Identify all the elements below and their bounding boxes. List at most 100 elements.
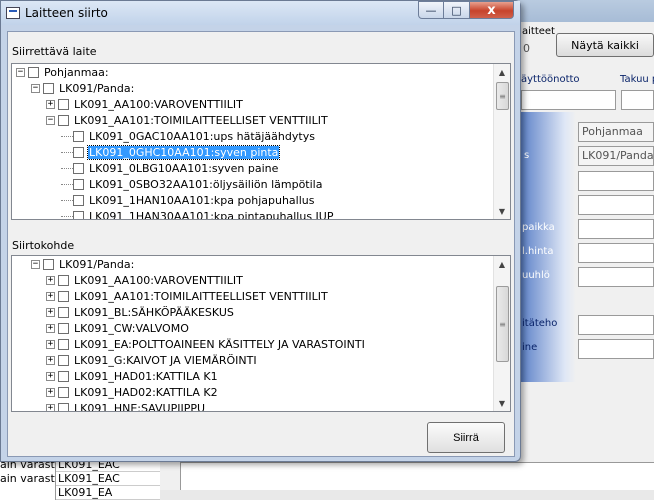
tree-node-checkbox[interactable] xyxy=(58,290,69,302)
tree-node-checkbox[interactable] xyxy=(58,274,69,286)
hinta-input[interactable] xyxy=(578,243,654,263)
tree-node[interactable]: − LK091_AA101:TOIMILAITTEELLISET VENTTIIL… xyxy=(12,112,493,128)
detail-input-1[interactable] xyxy=(578,171,654,191)
tree-node-checkbox[interactable] xyxy=(28,66,39,78)
scroll-thumb[interactable]: ≡ xyxy=(496,82,509,110)
expand-icon[interactable]: + xyxy=(46,371,55,381)
tree-node-label[interactable]: LK091_0GAC10AA101:ups hätäjäähdytys xyxy=(88,130,316,143)
expand-icon[interactable]: + xyxy=(46,355,55,365)
tree-node[interactable]: + LK091_AA100:VAROVENTTIILIT xyxy=(12,96,493,112)
scroll-down-arrow-icon[interactable]: ▼ xyxy=(494,395,510,411)
tree-node-checkbox[interactable] xyxy=(58,354,69,366)
collapse-icon[interactable]: − xyxy=(16,67,25,77)
tree-node-checkbox[interactable] xyxy=(58,98,69,110)
collapse-icon[interactable]: − xyxy=(46,115,55,125)
tree-node-checkbox[interactable] xyxy=(58,306,69,318)
tateho-input[interactable] xyxy=(578,315,654,335)
tree-node-label[interactable]: LK091_HNE:SAVUPIIPPU xyxy=(73,402,206,412)
tree-node[interactable]: + LK091_HAD02:KATTILA K2 xyxy=(12,384,493,400)
tree-node-checkbox[interactable] xyxy=(73,146,84,158)
tree-node-checkbox[interactable] xyxy=(73,130,84,142)
source-tree[interactable]: − Pohjanmaa: − LK091/Panda: + LK091_AA100:VAR… xyxy=(11,63,511,220)
scroll-up-arrow-icon[interactable]: ▲ xyxy=(494,64,510,80)
tree-node[interactable]: + LK091_HNE:SAVUPIIPPU xyxy=(12,400,493,412)
tree-node[interactable]: + LK091_BL:SÄHKÖPÄÄKESKUS xyxy=(12,304,493,320)
tree-node-label[interactable]: LK091_AA101:TOIMILAITTEELLISET VENTTIILI… xyxy=(73,290,329,303)
expand-icon[interactable]: + xyxy=(46,387,55,397)
tree-node[interactable]: − LK091/Panda: xyxy=(12,256,493,272)
tree-node-checkbox[interactable] xyxy=(73,178,84,190)
tree-node[interactable]: LK091_1HAN30AA101:kpa pintapuhallus JUP xyxy=(12,208,493,220)
target-tree[interactable]: − LK091/Panda: + LK091_AA100:VAROVENTTIILIT… xyxy=(11,255,511,412)
close-button[interactable]: x xyxy=(470,1,514,19)
minimize-button[interactable]: — xyxy=(418,1,444,19)
expand-icon[interactable]: + xyxy=(46,275,55,285)
table-row[interactable]: ain varasto LK091_EAC xyxy=(0,472,160,486)
tree-node-label[interactable]: LK091_HAD02:KATTILA K2 xyxy=(73,386,219,399)
detail-input-2[interactable] xyxy=(578,195,654,215)
tree-node-checkbox[interactable] xyxy=(43,258,54,270)
dialog-titlebar[interactable]: Laitteen siirto — □ x xyxy=(1,1,520,25)
tree-node[interactable]: + LK091_CW:VALVOMO xyxy=(12,320,493,336)
expand-icon[interactable]: + xyxy=(46,323,55,333)
tree-node-label[interactable]: LK091_0LBG10AA101:syven paine xyxy=(88,162,279,175)
table-row[interactable]: LK091_EA xyxy=(0,486,160,500)
scroll-down-arrow-icon[interactable]: ▼ xyxy=(494,203,510,219)
expand-icon[interactable]: + xyxy=(46,403,55,411)
tree-node-label[interactable]: LK091_AA101:TOIMILAITTEELLISET VENTTIILI… xyxy=(73,114,329,127)
source-tree-scrollbar[interactable]: ▲ ≡ ▼ xyxy=(493,64,510,219)
tree-node-checkbox[interactable] xyxy=(58,402,69,411)
tree-node[interactable]: + LK091_EA:POLTTOAINEEN KÄSITTELY JA VARA… xyxy=(12,336,493,352)
expand-icon[interactable]: + xyxy=(46,307,55,317)
tree-node-label[interactable]: LK091/Panda: xyxy=(58,258,135,271)
tree-node-label[interactable]: LK091_0GHC10AA101:syven pinta xyxy=(86,144,281,160)
tree-node-label[interactable]: LK091_G:KAIVOT JA VIEMÄRÖINTI xyxy=(73,354,258,367)
tree-node-label[interactable]: LK091_HAD01:KATTILA K1 xyxy=(73,370,219,383)
tree-node[interactable]: LK091_0GAC10AA101:ups hätäjäähdytys xyxy=(12,128,493,144)
expand-icon[interactable]: + xyxy=(46,339,55,349)
tree-node-checkbox[interactable] xyxy=(58,114,69,126)
tree-node[interactable]: + LK091_AA100:VAROVENTTIILIT xyxy=(12,272,493,288)
tree-node[interactable]: LK091_0LBG10AA101:syven paine xyxy=(12,160,493,176)
tree-node-checkbox[interactable] xyxy=(58,370,69,382)
tree-node[interactable]: LK091_1HAN10AA101:kpa pohjapuhallus xyxy=(12,192,493,208)
tree-node-checkbox[interactable] xyxy=(73,194,84,206)
expand-icon[interactable]: + xyxy=(46,99,55,109)
kayttoonotto-input[interactable] xyxy=(521,90,616,110)
tree-node[interactable]: LK091_0GHC10AA101:syven pinta xyxy=(12,144,493,160)
target-tree-scrollbar[interactable]: ▲ ≡ ▼ xyxy=(493,256,510,411)
show-all-button[interactable]: Näytä kaikki xyxy=(556,33,654,57)
tree-node-label[interactable]: LK091_AA100:VAROVENTTIILIT xyxy=(73,274,244,287)
tree-node[interactable]: − LK091/Panda: xyxy=(12,80,493,96)
tree-node[interactable]: − Pohjanmaa: xyxy=(12,64,493,80)
tree-node-label[interactable]: LK091_1HAN30AA101:kpa pintapuhallus JUP xyxy=(88,210,334,220)
maximize-button[interactable]: □ xyxy=(444,1,470,19)
tree-node[interactable]: + LK091_HAD01:KATTILA K1 xyxy=(12,368,493,384)
paikka-input[interactable] xyxy=(578,219,654,239)
tree-node-label[interactable]: LK091_CW:VALVOMO xyxy=(73,322,190,335)
takuu-input[interactable] xyxy=(621,90,654,110)
move-button[interactable]: Siirrä xyxy=(427,422,505,453)
tree-node-checkbox[interactable] xyxy=(43,82,54,94)
tree-node-checkbox[interactable] xyxy=(73,210,84,219)
tree-node[interactable]: + LK091_AA101:TOIMILAITTEELLISET VENTTIIL… xyxy=(12,288,493,304)
tree-node-checkbox[interactable] xyxy=(73,162,84,174)
tree-node-label[interactable]: Pohjanmaa: xyxy=(43,66,110,79)
expand-icon[interactable]: + xyxy=(46,291,55,301)
tree-node-checkbox[interactable] xyxy=(58,322,69,334)
tree-node-label[interactable]: LK091_AA100:VAROVENTTIILIT xyxy=(73,98,244,111)
tree-node-label[interactable]: LK091_EA:POLTTOAINEEN KÄSITTELY JA VARAS… xyxy=(73,338,366,351)
collapse-icon[interactable]: − xyxy=(31,83,40,93)
tree-node-checkbox[interactable] xyxy=(58,386,69,398)
tree-node[interactable]: LK091_0SBO32AA101:öljysäiliön lämpötila xyxy=(12,176,493,192)
collapse-icon[interactable]: − xyxy=(31,259,40,269)
tree-node-label[interactable]: LK091_0SBO32AA101:öljysäiliön lämpötila xyxy=(88,178,323,191)
ine-input[interactable] xyxy=(578,339,654,359)
tree-node-label[interactable]: LK091_1HAN10AA101:kpa pohjapuhallus xyxy=(88,194,315,207)
ryhma-input[interactable] xyxy=(578,267,654,287)
tree-node-checkbox[interactable] xyxy=(58,338,69,350)
tree-node[interactable]: + LK091_G:KAIVOT JA VIEMÄRÖINTI xyxy=(12,352,493,368)
tree-node-label[interactable]: LK091/Panda: xyxy=(58,82,135,95)
scroll-up-arrow-icon[interactable]: ▲ xyxy=(494,256,510,272)
tree-node-label[interactable]: LK091_BL:SÄHKÖPÄÄKESKUS xyxy=(73,306,235,319)
